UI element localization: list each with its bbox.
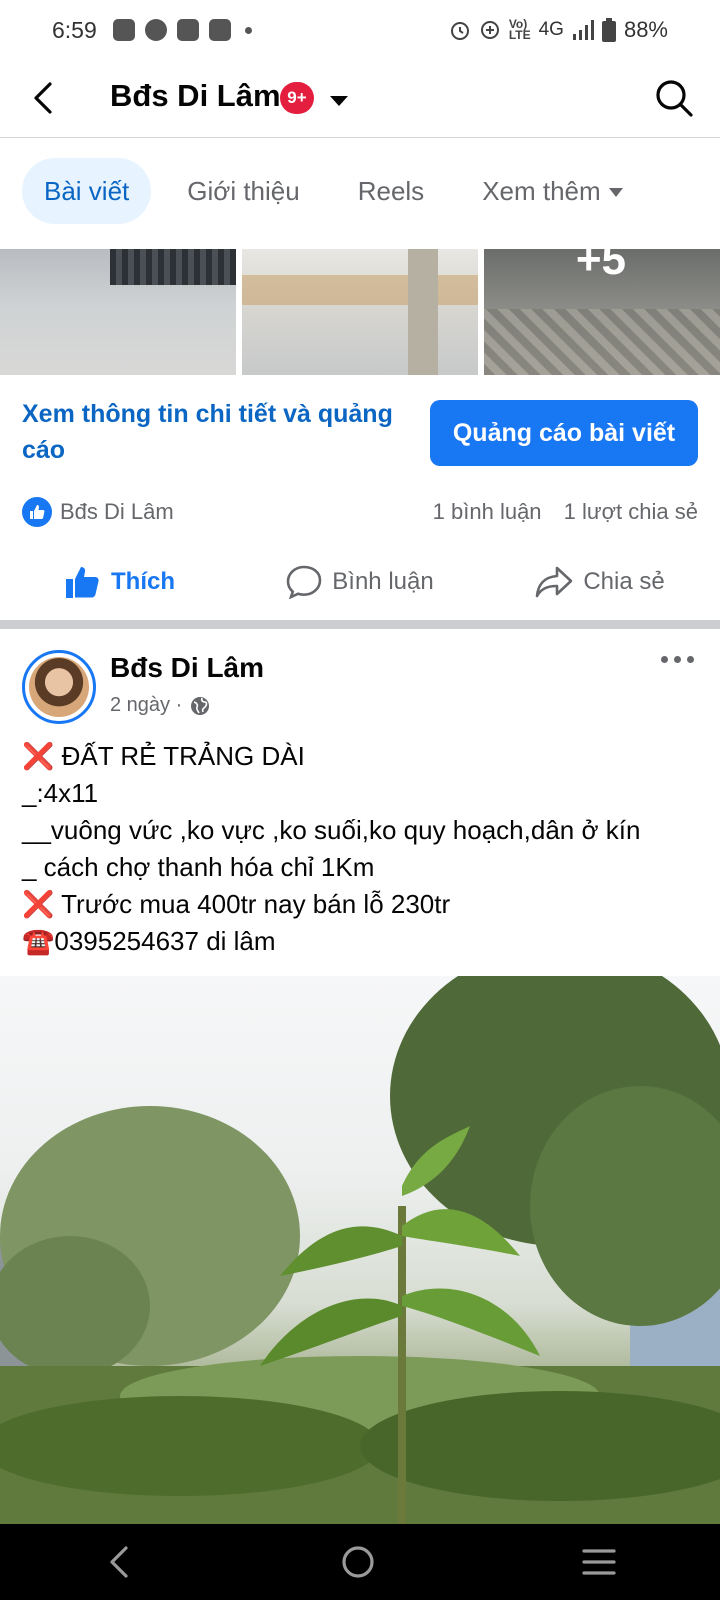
photo-thumbnail-room[interactable]	[242, 249, 478, 375]
page-header: Bđs Di Lâm 9+	[0, 60, 720, 138]
comment-bubble-icon	[286, 565, 322, 599]
notification-badge: 9+	[280, 82, 314, 114]
post-actions: Thích Bình luận Chia sẻ	[0, 552, 720, 612]
post-line-2: _:4x11	[22, 778, 99, 808]
search-icon[interactable]	[654, 78, 694, 118]
more-photos-count: +5	[575, 249, 626, 284]
tab-posts[interactable]: Bài viết	[22, 158, 152, 224]
system-navigation-bar	[0, 1524, 720, 1600]
tab-reels[interactable]: Reels	[336, 158, 446, 224]
tab-see-more[interactable]: Xem thêm	[460, 158, 645, 224]
thumbs-up-icon	[66, 567, 99, 598]
page-tabs: Bài viết Giới thiệu Reels Xem thêm	[22, 158, 659, 224]
photo-thumbnail-street[interactable]	[0, 249, 236, 375]
chevron-down-icon[interactable]	[330, 96, 348, 106]
globe-icon	[191, 696, 210, 715]
share-count[interactable]: 1 lượt chia sẻ	[564, 499, 698, 524]
post-line-6: ☎️0395254637 di lâm	[22, 926, 276, 956]
network-type: 4G	[538, 19, 564, 40]
dropdown-arrow-icon	[608, 187, 623, 197]
back-arrow-icon[interactable]	[26, 80, 62, 116]
reaction-summary: Bđs Di Lâm 1 bình luận 1 lượt chia sẻ	[22, 492, 698, 532]
author-avatar[interactable]	[22, 650, 96, 724]
engagement-counts: 1 bình luận 1 lượt chia sẻ	[433, 499, 698, 525]
system-icons: Vo) LTE 4G 88%	[449, 17, 668, 43]
nav-home-icon[interactable]	[341, 1545, 375, 1579]
notification-icons	[112, 19, 252, 41]
post-author-name[interactable]: Bđs Di Lâm	[110, 652, 264, 684]
comment-button[interactable]: Bình luận	[240, 552, 480, 612]
post-photo[interactable]	[0, 976, 720, 1524]
alarm-icon	[450, 22, 469, 40]
reactor-name[interactable]: Bđs Di Lâm	[60, 499, 174, 525]
post-timestamp[interactable]: 2 ngày ·	[110, 694, 182, 717]
zalo-icon	[112, 19, 135, 41]
page-title[interactable]: Bđs Di Lâm	[110, 78, 281, 114]
post-line-1: ❌ ĐẤT RẺ TRẢNG DÀI	[22, 741, 305, 771]
comment-count[interactable]: 1 bình luận	[433, 499, 542, 524]
volte-icon: Vo) LTE	[508, 17, 531, 42]
like-button[interactable]: Thích	[0, 552, 240, 612]
post-line-5: ❌ Trước mua 400tr nay bán lỗ 230tr	[22, 889, 451, 919]
account-icon	[144, 19, 167, 41]
battery-icon	[601, 18, 616, 42]
more-notifications-dot	[244, 26, 252, 34]
shop-icon-2	[208, 19, 231, 41]
post-separator	[0, 620, 720, 629]
photo-strip: +5	[0, 249, 720, 375]
avatar-photo	[29, 657, 89, 717]
battery-level: 88%	[623, 17, 668, 42]
tab-about[interactable]: Giới thiệu	[165, 158, 321, 224]
more-options-icon[interactable]	[661, 656, 694, 663]
land-plot-illustration	[0, 976, 720, 1524]
post-line-3: __vuông vức ,ko vực ,ko suối,ko quy hoạc…	[22, 815, 641, 845]
share-arrow-icon	[536, 566, 573, 598]
photo-thumbnail-more[interactable]: +5	[484, 249, 720, 375]
signal-icon	[572, 20, 594, 40]
post-line-4: _ cách chợ thanh hóa chỉ 1Km	[22, 852, 375, 882]
view-details-link[interactable]: Xem thông tin chi tiết và quảng cáo	[22, 396, 412, 468]
post-meta: 2 ngày ·	[110, 694, 210, 717]
shop-icon	[176, 19, 199, 41]
status-time: 6:59	[52, 16, 97, 43]
boost-post-button[interactable]: Quảng cáo bài viết	[430, 400, 698, 466]
status-bar: 6:59 Vo) LTE 4G 88%	[0, 0, 720, 60]
data-saver-icon	[480, 21, 499, 39]
share-button[interactable]: Chia sẻ	[480, 552, 720, 612]
nav-back-icon[interactable]	[104, 1545, 134, 1579]
nav-recents-icon[interactable]	[582, 1547, 616, 1577]
post-text: ❌ ĐẤT RẺ TRẢNG DÀI _:4x11 __vuông vức ,k…	[22, 738, 712, 960]
like-reaction-icon	[22, 497, 52, 527]
